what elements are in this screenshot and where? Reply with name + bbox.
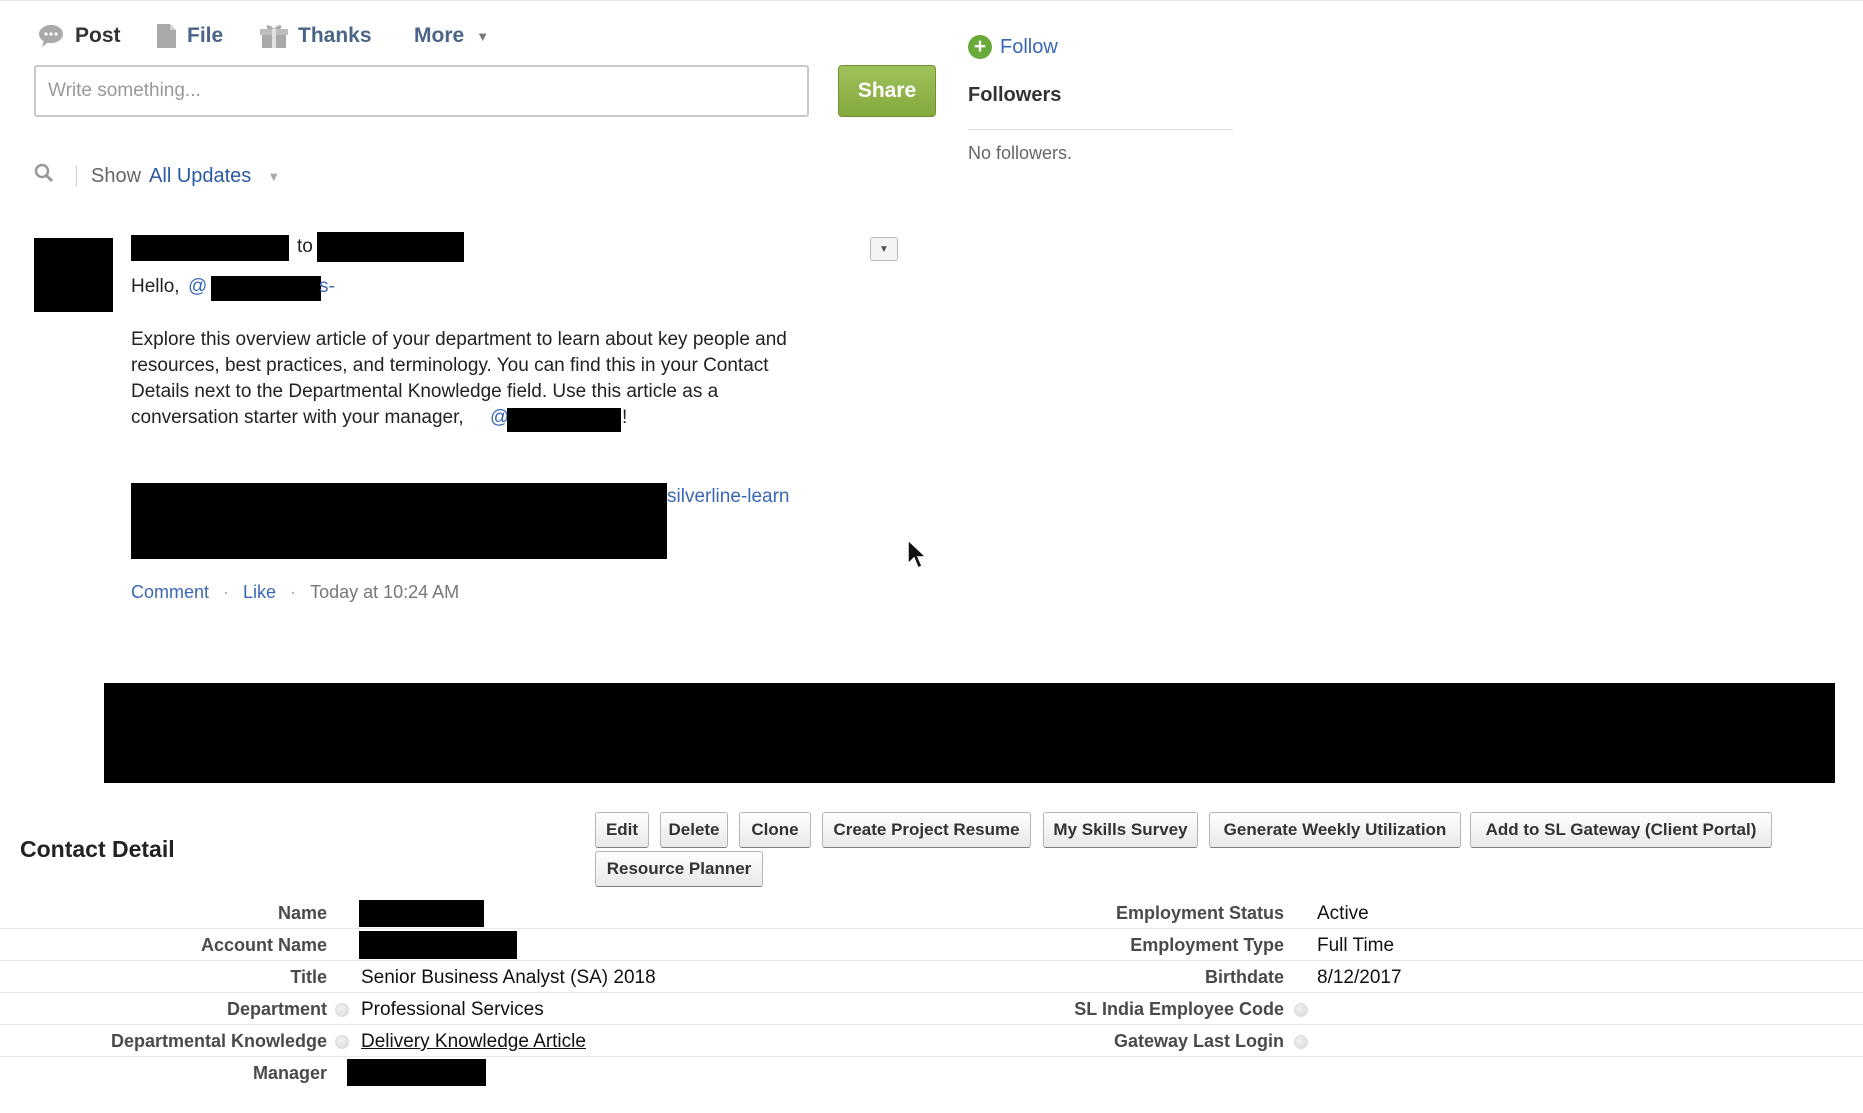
- tab-file-label: File: [187, 24, 224, 47]
- row-divider: [0, 1024, 1863, 1025]
- generate-weekly-utilization-button[interactable]: Generate Weekly Utilization: [1209, 812, 1461, 848]
- mouse-cursor-icon: [906, 538, 928, 575]
- no-followers-text: No followers.: [968, 143, 1073, 163]
- top-border: [0, 0, 1863, 1]
- to-word: to: [297, 236, 313, 257]
- mention-user[interactable]: [211, 276, 321, 301]
- create-project-resume-button[interactable]: Create Project Resume: [822, 812, 1031, 848]
- follow-button[interactable]: + Follow: [968, 35, 1058, 59]
- tab-post[interactable]: Post: [38, 20, 121, 52]
- delivery-knowledge-link[interactable]: Delivery Knowledge Article: [361, 1031, 586, 1052]
- help-icon[interactable]: [335, 1035, 349, 1049]
- avatar[interactable]: [34, 238, 113, 312]
- tab-more[interactable]: More ▼: [414, 20, 489, 52]
- speech-bubble-icon: [38, 24, 65, 48]
- employment-type-label: Employment Type: [1130, 935, 1284, 955]
- row-divider: [0, 928, 1863, 929]
- name-value: [359, 900, 484, 927]
- comment-link[interactable]: Comment: [131, 582, 209, 603]
- resource-planner-button[interactable]: Resource Planner: [595, 851, 763, 887]
- filter-select[interactable]: All Updates: [149, 165, 251, 188]
- manager-link[interactable]: [347, 1059, 486, 1086]
- link-url[interactable]: silverline-learn: [667, 484, 790, 510]
- help-icon[interactable]: [1294, 1003, 1308, 1017]
- title-label: Title: [290, 967, 327, 987]
- row-divider: [0, 1056, 1863, 1057]
- row-divider: [0, 992, 1863, 993]
- manager-label: Manager: [252, 1063, 327, 1083]
- account-name-link[interactable]: [359, 931, 517, 959]
- departmental-knowledge-label: Departmental Knowledge: [110, 1031, 327, 1051]
- departmental-knowledge-value: Delivery Knowledge Article: [361, 1031, 586, 1053]
- file-icon: [155, 23, 177, 49]
- link-preview[interactable]: [131, 483, 667, 559]
- share-button[interactable]: Share: [838, 65, 936, 117]
- like-link[interactable]: Like: [243, 582, 276, 603]
- help-icon[interactable]: [335, 1003, 349, 1017]
- dot-separator: ·: [290, 582, 297, 602]
- tab-post-label: Post: [75, 24, 121, 47]
- feed-item-menu-button[interactable]: ▼: [870, 237, 898, 261]
- employment-status-value: Active: [1317, 903, 1369, 924]
- row-divider: [0, 960, 1863, 961]
- exclaim: !: [622, 407, 628, 428]
- birthdate-value: 8/12/2017: [1317, 967, 1402, 988]
- search-icon[interactable]: [34, 163, 54, 189]
- feed-actions: Comment · Like · Today at 10:24 AM: [131, 582, 459, 603]
- edit-button[interactable]: Edit: [595, 812, 649, 848]
- chevron-down-icon: ▼: [879, 243, 889, 255]
- tab-thanks[interactable]: Thanks: [260, 20, 372, 52]
- account-name-label: Account Name: [200, 935, 327, 955]
- department-value: Professional Services: [361, 999, 544, 1020]
- chevron-down-icon: ▼: [476, 28, 490, 44]
- department-label: Department: [226, 999, 327, 1019]
- title-value: Senior Business Analyst (SA) 2018: [361, 967, 656, 988]
- contact-detail-title: Contact Detail: [20, 836, 175, 862]
- name-label: Name: [277, 903, 327, 923]
- tab-file[interactable]: File: [155, 20, 223, 52]
- plus-icon: +: [968, 35, 992, 59]
- help-icon[interactable]: [1294, 1035, 1308, 1049]
- timestamp: Today at 10:24 AM: [310, 582, 460, 602]
- followers-divider: [968, 129, 1233, 130]
- recipient-name[interactable]: [317, 232, 464, 262]
- show-label: Show: [91, 164, 142, 187]
- clone-button[interactable]: Clone: [739, 812, 811, 848]
- sl-india-employee-code-label: SL India Employee Code: [1074, 999, 1284, 1019]
- chevron-down-icon[interactable]: ▼: [267, 169, 280, 184]
- mention-suffix[interactable]: s-: [319, 274, 335, 300]
- employment-status-label: Employment Status: [1115, 903, 1284, 923]
- author-name[interactable]: [131, 235, 289, 261]
- feed-greeting: Hello,: [131, 276, 180, 297]
- feed-filter: Show All Updates ▼: [34, 158, 280, 194]
- compose-input[interactable]: [34, 65, 809, 117]
- delete-button[interactable]: Delete: [660, 812, 728, 848]
- gift-icon: [260, 23, 288, 49]
- employment-type-value: Full Time: [1317, 935, 1395, 956]
- followers-heading: Followers: [968, 84, 1062, 106]
- add-to-sl-gateway-button[interactable]: Add to SL Gateway (Client Portal): [1470, 812, 1772, 848]
- mention-prefix[interactable]: @: [188, 274, 207, 300]
- gateway-last-login-label: Gateway Last Login: [1113, 1031, 1284, 1051]
- tab-thanks-label: Thanks: [298, 24, 372, 47]
- manager-mention[interactable]: [507, 408, 621, 432]
- feed-body: Explore this overview article of your de…: [131, 329, 787, 428]
- redacted-banner: [104, 683, 1835, 783]
- filter-divider: [76, 166, 77, 186]
- my-skills-survey-button[interactable]: My Skills Survey: [1043, 812, 1198, 848]
- dot-separator: ·: [223, 582, 230, 602]
- follow-label: Follow: [1000, 35, 1058, 58]
- tab-more-label: More: [414, 24, 465, 47]
- birthdate-label: Birthdate: [1204, 967, 1284, 987]
